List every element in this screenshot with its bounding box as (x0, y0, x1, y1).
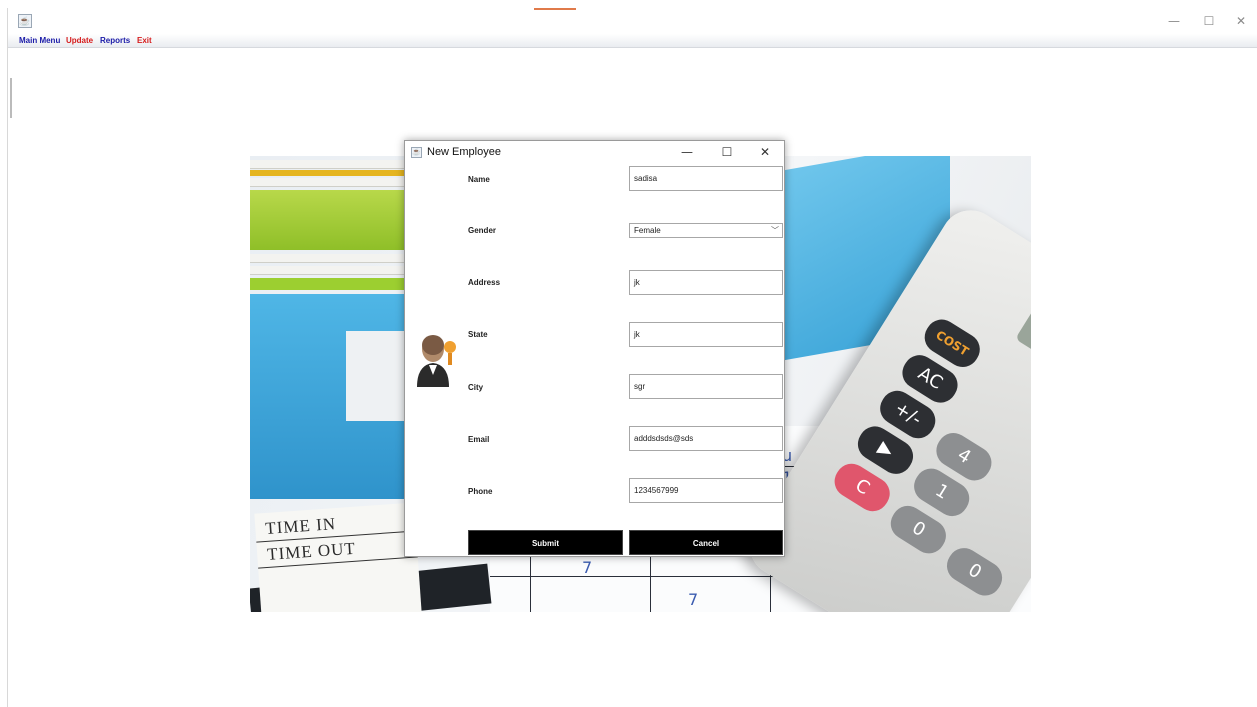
sheet-number: 7 (582, 558, 593, 577)
new-employee-dialog: ☕ New Employee — ☐ ✕ Name sadisa Gender … (404, 140, 785, 557)
minimize-icon[interactable]: — (673, 143, 701, 161)
employee-avatar-icon (415, 329, 461, 387)
gender-selected-value: Female (634, 226, 661, 235)
menu-reports[interactable]: Reports (100, 35, 130, 47)
calculator-screen (1015, 288, 1031, 398)
dialog-titlebar: ☕ New Employee — ☐ ✕ (405, 141, 784, 163)
menu-main-menu[interactable]: Main Menu (19, 35, 60, 47)
gender-select[interactable]: Female ﹀ (629, 223, 783, 238)
timecard: TIME IN TIME OUT (254, 502, 422, 612)
menu-update[interactable]: Update (66, 35, 93, 47)
state-label: State (468, 330, 488, 339)
address-label: Address (468, 278, 501, 287)
edge-tick (10, 78, 12, 118)
name-field[interactable]: sadisa (629, 166, 783, 191)
timecard-time-in: TIME IN (264, 514, 337, 538)
chevron-down-icon: ﹀ (771, 226, 779, 235)
main-titlebar: ☕ — ☐ ✕ (8, 10, 1257, 34)
cancel-button[interactable]: Cancel (629, 530, 783, 555)
dialog-title: New Employee (427, 146, 501, 158)
java-app-icon: ☕ (411, 147, 422, 158)
address-field[interactable]: jk (629, 270, 783, 295)
gender-label: Gender (468, 226, 497, 235)
maximize-icon[interactable]: ☐ (1194, 12, 1224, 30)
state-field[interactable]: jk (629, 322, 783, 347)
menu-exit[interactable]: Exit (137, 35, 152, 47)
phone-label: Phone (468, 487, 493, 496)
main-window: ☕ — ☐ ✕ Main Menu Update Reports Exit u … (0, 0, 1257, 707)
phone-field[interactable]: 1234567999 (629, 478, 783, 503)
email-label: Email (468, 435, 490, 444)
submit-button[interactable]: Submit (468, 530, 623, 555)
java-app-icon: ☕ (18, 14, 32, 28)
email-field[interactable]: adddsdsds@sds (629, 426, 783, 451)
close-icon[interactable]: ✕ (751, 143, 779, 161)
menubar: Main Menu Update Reports Exit (8, 34, 1257, 48)
city-label: City (468, 383, 484, 392)
maximize-icon[interactable]: ☐ (713, 143, 741, 161)
close-icon[interactable]: ✕ (1226, 12, 1256, 30)
calc-key: 0 (940, 542, 1009, 602)
sheet-number: 7 (688, 590, 699, 609)
city-field[interactable]: sgr (629, 374, 783, 399)
window-left-edge (0, 8, 12, 707)
minimize-icon[interactable]: — (1159, 12, 1189, 30)
name-label: Name (468, 175, 490, 184)
